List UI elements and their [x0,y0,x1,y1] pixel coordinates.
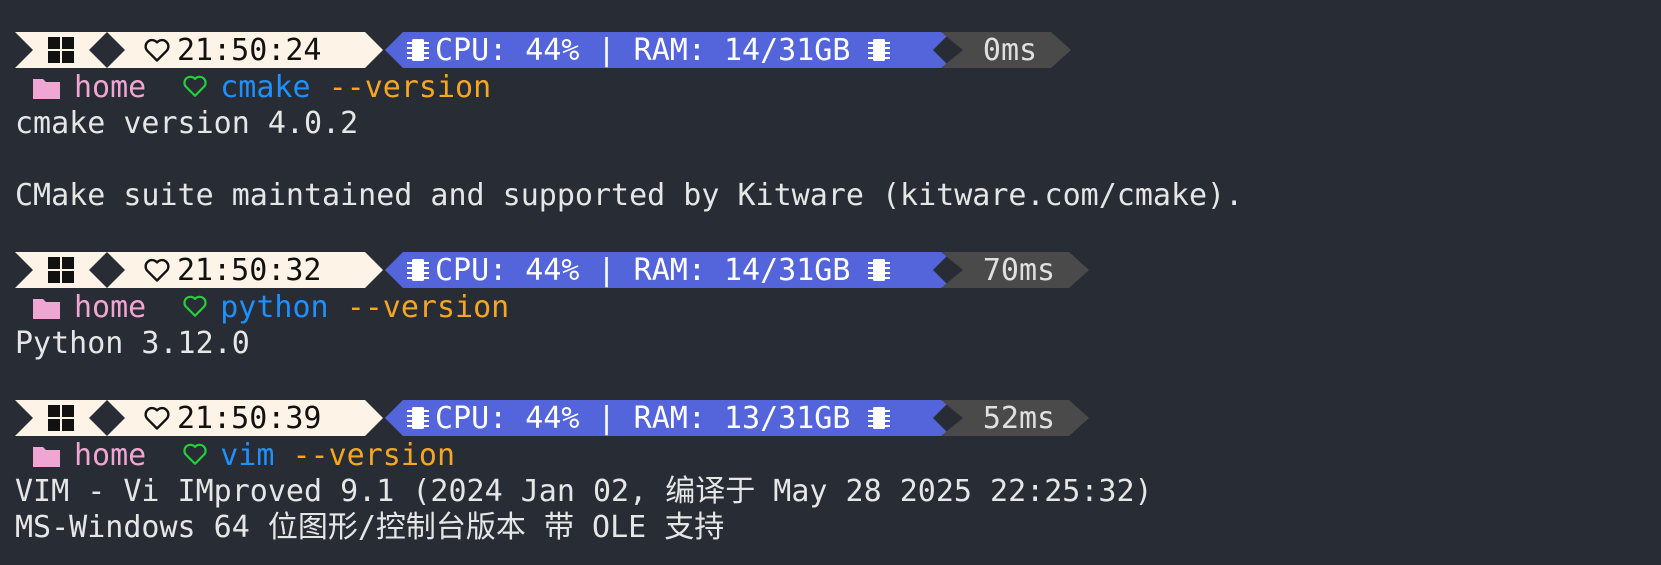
system-stats-segment: CPU: 44% | RAM: 13/31GB [385,400,951,436]
command-duration: 70ms [982,252,1056,288]
terminal-window[interactable]: 21:50:24 CPU: 44% | RAM: 14/31GB 0ms hom… [15,30,1645,546]
windows-logo-icon [48,37,74,63]
command-duration: 0ms [982,32,1038,68]
command-block: 21:50:32 CPU: 44% | RAM: 14/31GB 70ms ho… [15,250,1645,398]
duration-segment: 0ms [941,32,1071,68]
status-line: 21:50:39 CPU: 44% | RAM: 13/31GB 52ms [15,398,1645,438]
heart-outline-icon [143,257,171,283]
status-line: 21:50:32 CPU: 44% | RAM: 14/31GB 70ms [15,250,1645,290]
command-name: cmake [220,70,311,105]
windows-logo-icon [48,257,74,283]
duration-segment: 52ms [941,400,1089,436]
prompt-line: home cmake --version [15,70,1645,106]
command-block: 21:50:24 CPU: 44% | RAM: 14/31GB 0ms hom… [15,30,1645,250]
chip-icon [868,37,890,63]
folder-icon [33,79,60,99]
command-name: python [220,290,329,325]
prompt-time: 21:50:39 [177,400,322,436]
chip-icon [407,257,429,283]
output-line: MS-Windows 64 位图形/控制台版本 带 OLE 支持 [15,510,725,545]
command-args: --version [292,438,456,473]
os-segment [15,32,107,68]
heart-outline-icon [143,37,171,63]
system-stats: CPU: 44% | RAM: 14/31GB [435,252,851,288]
command-name: vim [220,438,275,473]
prompt-time: 21:50:24 [177,32,322,68]
time-segment: 21:50:32 [107,252,383,288]
command-duration: 52ms [982,400,1056,436]
os-segment [15,400,107,436]
command-args: --version [328,70,492,105]
prompt-line: home vim --version [15,438,1645,474]
windows-logo-icon [48,405,74,431]
prompt-time: 21:50:32 [177,252,322,288]
system-stats-segment: CPU: 44% | RAM: 14/31GB [385,32,951,68]
time-segment: 21:50:39 [107,400,383,436]
prompt-line: home python --version [15,290,1645,326]
chip-icon [868,405,890,431]
command-block: 21:50:39 CPU: 44% | RAM: 13/31GB 52ms ho… [15,398,1645,546]
os-segment [15,252,107,288]
current-directory: home [74,290,147,325]
output-line: CMake suite maintained and supported by … [15,178,1244,213]
output-line: VIM - Vi IMproved 9.1 (2024 Jan 02, 编译于 … [15,474,1153,509]
chip-icon [407,37,429,63]
system-stats: CPU: 44% | RAM: 14/31GB [435,32,851,68]
prompt-heart-icon [183,75,207,97]
output-line: cmake version 4.0.2 [15,106,359,141]
duration-segment: 70ms [941,252,1089,288]
prompt-heart-icon [183,443,207,465]
system-stats: CPU: 44% | RAM: 13/31GB [435,400,851,436]
current-directory: home [74,438,147,473]
chip-icon [868,257,890,283]
command-args: --version [346,290,510,325]
system-stats-segment: CPU: 44% | RAM: 14/31GB [385,252,951,288]
folder-icon [33,299,60,319]
heart-outline-icon [143,405,171,431]
chip-icon [407,405,429,431]
current-directory: home [74,70,147,105]
prompt-heart-icon [183,295,207,317]
output-line: Python 3.12.0 [15,326,250,361]
folder-icon [33,447,60,467]
status-line: 21:50:24 CPU: 44% | RAM: 14/31GB 0ms [15,30,1645,70]
time-segment: 21:50:24 [107,32,383,68]
